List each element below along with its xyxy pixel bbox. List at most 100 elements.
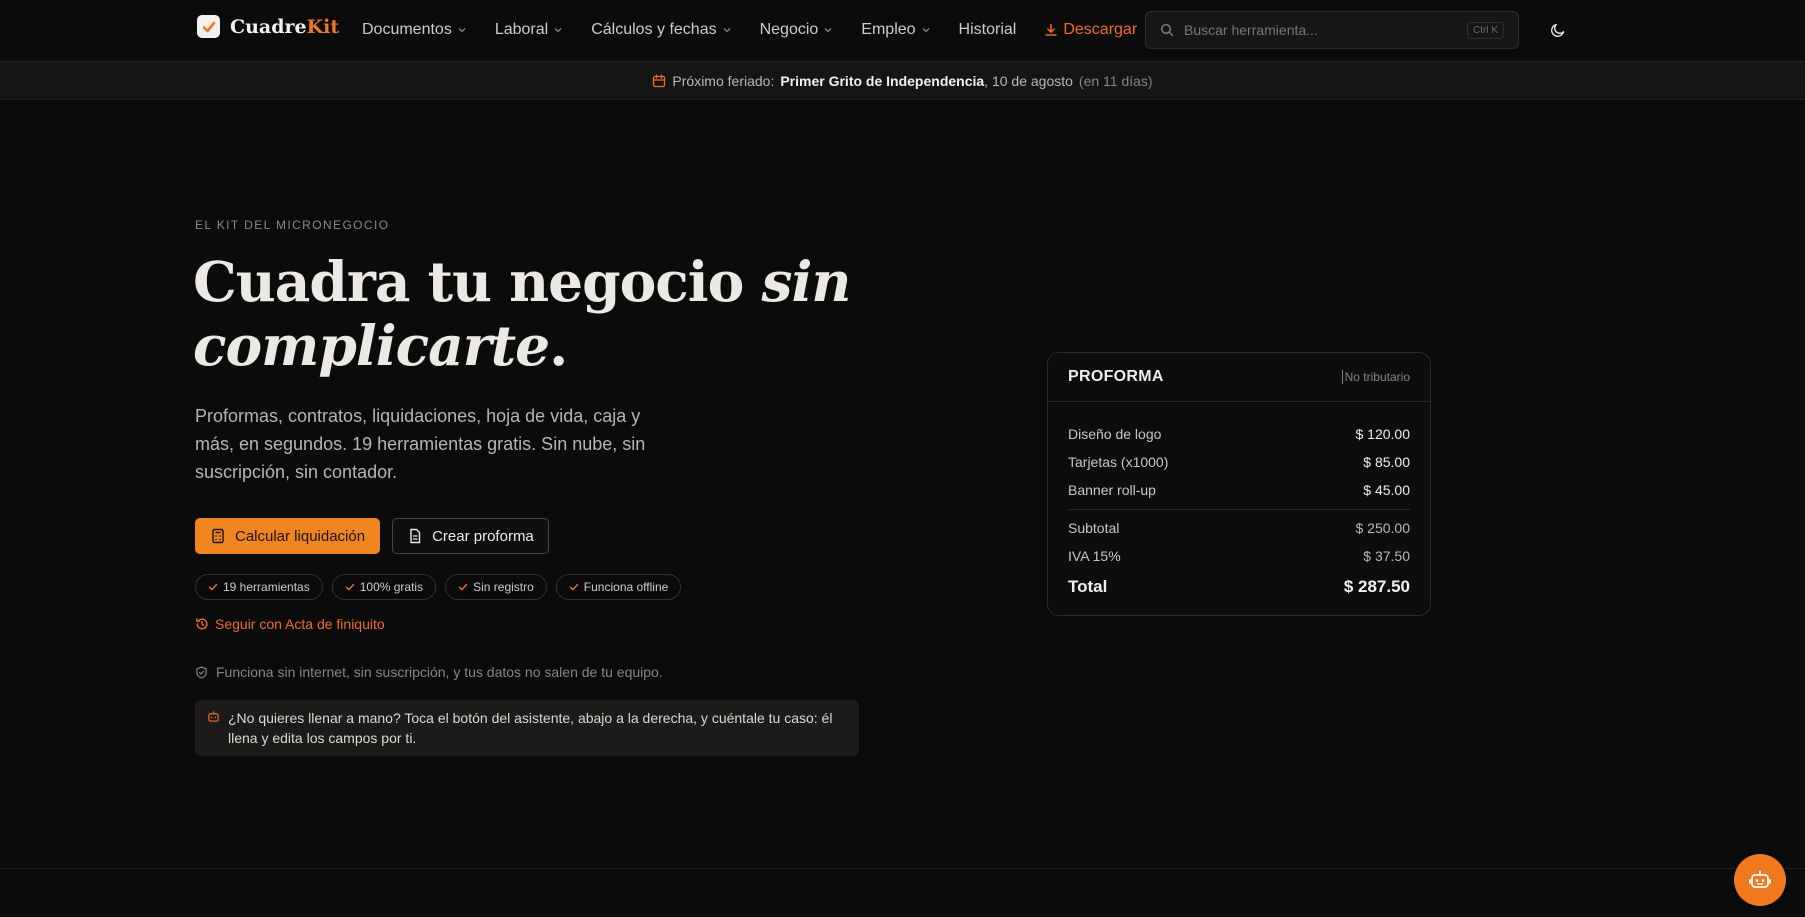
menu-documentos[interactable]: Documentos (357, 21, 472, 39)
shield-check-icon (196, 666, 207, 679)
calculate-severance-button[interactable]: Calcular liquidación (195, 518, 381, 554)
theme-toggle-button[interactable] (1547, 19, 1569, 41)
brand-name-b: Kit (306, 15, 340, 38)
proforma-item-row: Diseño de logo $ 120.00 (1068, 420, 1410, 448)
section-divider (0, 868, 1805, 869)
create-proforma-label: Crear proforma (432, 527, 534, 545)
privacy-note-text: Funciona sin internet, sin suscripción, … (216, 664, 663, 680)
check-logo-icon (197, 15, 220, 38)
proforma-item-label: Tarjetas (x1000) (1068, 454, 1169, 470)
brand-name: CuadreKit (230, 16, 339, 38)
search-shortcut-hint: Ctrl K (1467, 21, 1504, 39)
proforma-item-value: $ 85.00 (1363, 454, 1410, 470)
holiday-relative: (en 11 días) (1078, 72, 1153, 89)
hero-title-period: . (549, 313, 568, 378)
holiday-banner: Próximo feriado: Primer Grito de Indepen… (0, 62, 1805, 100)
proforma-subtotal-row: Subtotal $ 250.00 (1068, 514, 1410, 542)
feature-pill: 19 herramientas (195, 574, 323, 600)
feature-pills: 19 herramientas 100% gratis Sin registro… (195, 574, 682, 600)
proforma-divider (1068, 509, 1410, 510)
assistant-fab-button[interactable] (1734, 854, 1786, 906)
brand-name-a: Cuadre (230, 15, 307, 38)
check-icon (345, 583, 354, 591)
moon-icon (1550, 23, 1565, 38)
top-navbar: CuadreKit Documentos Laboral Cálculos y … (0, 0, 1805, 62)
hero-lead: Proformas, contratos, liquidaciones, hoj… (195, 406, 646, 482)
chevron-down-icon (458, 28, 466, 33)
feature-pill: Funciona offline (555, 574, 682, 600)
search-bar: Ctrl K (1145, 11, 1519, 49)
feature-pill-label: 100% gratis (359, 580, 424, 594)
chevron-down-icon (723, 28, 731, 33)
proforma-item-value: $ 120.00 (1355, 426, 1411, 442)
proforma-preview-card: PROFORMA No tributario Diseño de logo $ … (1047, 352, 1431, 616)
menu-empleo-label: Empleo (861, 21, 916, 38)
download-link[interactable]: Descargar (1039, 21, 1142, 39)
feature-pill-label: 19 herramientas (223, 580, 310, 594)
proforma-total-value: $ 287.50 (1343, 577, 1410, 596)
feature-pill-label: Funciona offline (583, 580, 669, 594)
proforma-subtotal-value: $ 250.00 (1355, 520, 1411, 536)
chevron-down-icon (554, 28, 562, 33)
menu-historial-label: Historial (958, 21, 1017, 38)
document-icon (410, 528, 421, 544)
holiday-prefix: Próximo feriado: (672, 72, 775, 89)
menu-laboral-label: Laboral (494, 21, 549, 38)
menu-negocio[interactable]: Negocio (755, 21, 839, 39)
search-icon (1160, 23, 1174, 37)
assistant-hint: ¿No quieres llenar a mano? Toca el botón… (195, 700, 859, 756)
proforma-item-row: Tarjetas (x1000) $ 85.00 (1068, 448, 1410, 476)
proforma-total-label: Total (1068, 577, 1108, 596)
proforma-title: PROFORMA (1068, 368, 1164, 385)
cta-row: Calcular liquidación Crear proforma (195, 518, 549, 554)
proforma-tax-row: IVA 15% $ 37.50 (1068, 542, 1410, 570)
menu-laboral[interactable]: Laboral (490, 21, 568, 39)
continue-finiquito-label: Seguir con Acta de finiquito (215, 616, 385, 632)
chevron-down-icon (922, 28, 930, 33)
proforma-tag: No tributario (1341, 370, 1410, 384)
main-menu: Documentos Laboral Cálculos y fechas Neg… (357, 0, 1142, 60)
calendar-icon (653, 73, 666, 87)
menu-documentos-label: Documentos (362, 21, 452, 38)
history-icon (196, 618, 208, 630)
calculate-severance-label: Calcular liquidación (235, 527, 366, 545)
bot-icon (1749, 870, 1771, 888)
chevron-down-icon (824, 28, 832, 33)
check-icon (458, 583, 468, 591)
continue-finiquito-link[interactable]: Seguir con Acta de finiquito (195, 616, 385, 632)
holiday-name: Primer Grito de Independencia (780, 72, 985, 89)
brand-logo[interactable]: CuadreKit (197, 15, 339, 38)
holiday-date: , 10 de agosto (984, 72, 1073, 89)
menu-calculos-fechas[interactable]: Cálculos y fechas (586, 21, 736, 39)
hero-title: Cuadra tu negocio sin complicarte. (193, 250, 893, 378)
menu-calculos-fechas-label: Cálculos y fechas (591, 21, 717, 38)
proforma-item-value: $ 45.00 (1363, 482, 1410, 498)
create-proforma-button[interactable]: Crear proforma (392, 518, 549, 554)
proforma-subtotal-label: Subtotal (1068, 520, 1120, 536)
hero-eyebrow: EL KIT DEL MICRONEGOCIO (195, 218, 390, 232)
proforma-header: PROFORMA No tributario (1048, 353, 1430, 402)
proforma-item-label: Banner roll-up (1068, 482, 1156, 498)
feature-pill: 100% gratis (331, 574, 437, 600)
menu-negocio-label: Negocio (759, 21, 819, 38)
feature-pill: Sin registro (445, 574, 547, 600)
download-icon (1045, 23, 1058, 36)
proforma-tax-label: IVA 15% (1068, 548, 1121, 564)
calculator-icon (212, 528, 224, 544)
menu-historial[interactable]: Historial (954, 21, 1022, 39)
assistant-hint-text: ¿No quieres llenar a mano? Toca el botón… (228, 710, 833, 746)
privacy-note: Funciona sin internet, sin suscripción, … (195, 664, 663, 680)
proforma-body: Diseño de logo $ 120.00 Tarjetas (x1000)… (1048, 402, 1430, 604)
check-icon (569, 583, 578, 591)
proforma-item-label: Diseño de logo (1068, 426, 1162, 442)
bot-icon (208, 711, 219, 722)
menu-empleo[interactable]: Empleo (856, 21, 935, 39)
hero-title-part-a: Cuadra tu negocio (193, 249, 762, 314)
proforma-total-row: Total $ 287.50 (1068, 570, 1410, 604)
proforma-item-row: Banner roll-up $ 45.00 (1068, 476, 1410, 504)
check-icon (208, 583, 218, 591)
download-label: Descargar (1063, 21, 1138, 38)
proforma-tax-value: $ 37.50 (1363, 548, 1410, 564)
search-input[interactable] (1184, 22, 1457, 38)
feature-pill-label: Sin registro (473, 580, 534, 594)
